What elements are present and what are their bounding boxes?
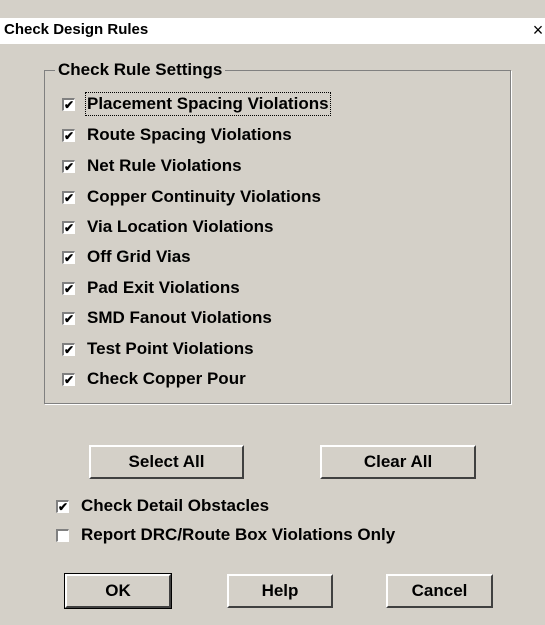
checkbox-check-copper-pour[interactable]: ✔ Check Copper Pour [62, 366, 246, 392]
check-icon: ✔ [64, 97, 75, 112]
checkbox-route-spacing[interactable]: ✔ Route Spacing Violations [62, 122, 292, 148]
checkbox-copper-continuity[interactable]: ✔ Copper Continuity Violations [62, 184, 321, 210]
checkbox-box[interactable]: ✔ [62, 159, 75, 174]
checkbox-test-point[interactable]: ✔ Test Point Violations [62, 336, 254, 362]
check-icon: ✔ [64, 190, 75, 205]
check-design-rules-dialog: Check Design Rules × Check Rule Settings… [0, 0, 545, 625]
checkbox-box[interactable]: ✔ [62, 220, 75, 235]
check-icon: ✔ [58, 499, 69, 514]
checkbox-label: Copper Continuity Violations [87, 187, 321, 206]
checkbox-off-grid-vias[interactable]: ✔ Off Grid Vias [62, 244, 191, 270]
checkbox-box[interactable]: ✔ [62, 128, 75, 143]
title-bar: Check Design Rules × [0, 18, 545, 44]
check-icon: ✔ [64, 281, 75, 296]
checkbox-box[interactable]: ✔ [62, 311, 75, 326]
close-icon[interactable]: × [527, 19, 545, 41]
checkbox-label: SMD Fanout Violations [87, 308, 272, 327]
check-icon: ✔ [64, 311, 75, 326]
group-legend: Check Rule Settings [58, 60, 223, 79]
check-icon: ✔ [64, 128, 75, 143]
checkbox-label: Net Rule Violations [87, 156, 242, 175]
checkbox-pad-exit[interactable]: ✔ Pad Exit Violations [62, 275, 240, 301]
checkbox-label: Test Point Violations [87, 339, 254, 358]
checkbox-placement-spacing[interactable]: ✔ Placement Spacing Violations [62, 91, 331, 117]
checkbox-via-location[interactable]: ✔ Via Location Violations [62, 214, 273, 240]
checkbox-check-detail-obstacles[interactable]: ✔ Check Detail Obstacles [56, 493, 269, 519]
clear-all-button[interactable]: Clear All [320, 445, 476, 479]
checkbox-box[interactable]: ✔ [62, 372, 75, 387]
check-icon: ✔ [64, 159, 75, 174]
checkbox-box[interactable]: ✔ [62, 190, 75, 205]
checkbox-box[interactable]: ✔ [56, 499, 69, 514]
checkbox-label: Off Grid Vias [87, 247, 191, 266]
checkbox-box[interactable]: ✔ [62, 342, 75, 357]
checkbox-label: Pad Exit Violations [87, 278, 240, 297]
window-title: Check Design Rules [4, 21, 149, 38]
checkbox-box[interactable]: ✔ [62, 250, 75, 265]
check-icon: ✔ [64, 220, 75, 235]
checkbox-box[interactable] [56, 528, 69, 542]
checkbox-report-drc-route-box[interactable]: Report DRC/Route Box Violations Only [56, 522, 395, 548]
checkbox-label: Report DRC/Route Box Violations Only [81, 525, 396, 544]
check-icon: ✔ [64, 250, 75, 265]
help-button[interactable]: Help [227, 574, 333, 608]
ok-button[interactable]: OK [64, 573, 172, 609]
checkbox-box[interactable]: ✔ [62, 97, 75, 112]
checkbox-box[interactable]: ✔ [62, 281, 75, 296]
checkbox-label: Placement Spacing Violations [85, 92, 331, 116]
check-icon: ✔ [64, 342, 75, 357]
checkbox-label: Check Copper Pour [87, 369, 246, 388]
cancel-button[interactable]: Cancel [386, 574, 493, 608]
checkbox-label: Via Location Violations [87, 217, 274, 236]
checkbox-label: Route Spacing Violations [87, 125, 292, 144]
checkbox-smd-fanout[interactable]: ✔ SMD Fanout Violations [62, 305, 272, 331]
check-icon: ✔ [64, 372, 75, 387]
checkbox-label: Check Detail Obstacles [81, 496, 270, 515]
select-all-button[interactable]: Select All [89, 445, 244, 479]
checkbox-net-rule[interactable]: ✔ Net Rule Violations [62, 153, 242, 179]
